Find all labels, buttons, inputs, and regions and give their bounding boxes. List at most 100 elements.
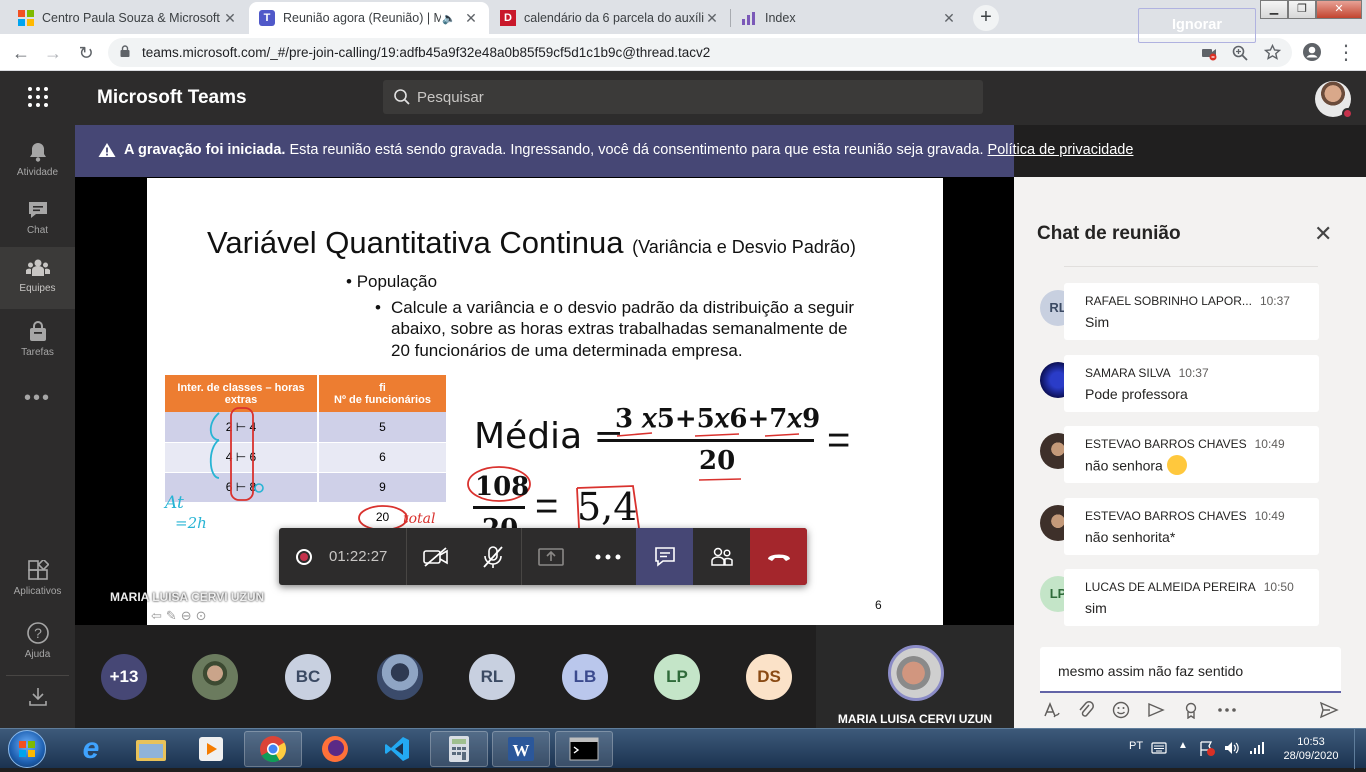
equals-sign: =	[535, 484, 559, 528]
format-icon[interactable]	[1042, 701, 1060, 719]
download-app-button[interactable]	[0, 680, 75, 720]
speaker-icon[interactable]: 🔈	[441, 12, 457, 25]
close-tab-icon[interactable]: ✕	[941, 10, 957, 27]
hang-up-button[interactable]	[750, 528, 807, 585]
active-speaker-tile[interactable]: MARIA LUISA CERVI UZUN	[816, 625, 1014, 728]
system-clock[interactable]: 10:53 28/09/2020	[1281, 735, 1341, 763]
forward-icon[interactable]: →	[40, 40, 66, 66]
reload-icon[interactable]: ↻	[73, 40, 99, 66]
svg-text:W: W	[513, 741, 530, 760]
rail-item-chat[interactable]: Chat	[0, 189, 75, 247]
message-text: não senhorita*	[1085, 529, 1176, 545]
show-chat-button[interactable]	[636, 528, 693, 585]
minimize-window-button[interactable]: ▁	[1260, 0, 1288, 19]
ignore-button[interactable]: Ignorar	[1138, 8, 1256, 43]
media-label: Média =	[474, 416, 624, 457]
tray-expand-icon[interactable]: ▲	[1178, 740, 1188, 751]
rail-item-tarefas[interactable]: Tarefas	[0, 311, 75, 369]
browser-tab[interactable]: Centro Paula Souza & Microsoft ✕	[8, 2, 248, 34]
firefox-taskbar-button[interactable]	[306, 731, 364, 767]
mic-toggle-button[interactable]	[464, 528, 521, 585]
chat-message[interactable]: ESTEVAO BARROS CHAVES 10:49 não senhorita…	[1064, 498, 1319, 555]
flag-alert-icon[interactable]	[1198, 740, 1216, 757]
media-player-taskbar-button[interactable]	[182, 731, 240, 767]
participant-avatar[interactable]: DS	[746, 654, 792, 700]
emoji-icon[interactable]	[1112, 701, 1130, 719]
more-options-icon[interactable]	[1217, 701, 1237, 719]
cmd-taskbar-button[interactable]	[555, 731, 613, 767]
slide-nav-toolbar[interactable]: ⇦✎⊖⊙	[151, 608, 211, 624]
message-text: Pode professora	[1085, 386, 1188, 402]
close-tab-icon[interactable]: ✕	[463, 10, 479, 27]
chat-message[interactable]: SAMARA SILVA 10:37 Pode professora	[1064, 355, 1319, 412]
show-desktop-button[interactable]	[1354, 729, 1366, 769]
volume-icon[interactable]	[1223, 740, 1241, 756]
chat-icon	[28, 202, 47, 218]
maximize-window-button[interactable]: ❐	[1288, 0, 1316, 19]
back-icon[interactable]: ←	[8, 40, 34, 66]
participant-avatar[interactable]: RL	[469, 654, 515, 700]
recording-icon	[296, 549, 312, 565]
lock-icon	[120, 45, 130, 57]
message-author: LUCAS DE ALMEIDA PEREIRA	[1085, 580, 1256, 594]
new-tab-button[interactable]: +	[973, 5, 999, 31]
user-avatar[interactable]	[1315, 81, 1353, 119]
send-icon[interactable]	[1319, 701, 1339, 719]
privacy-link[interactable]: Política de privacidade	[988, 142, 1134, 158]
search-icon	[394, 89, 410, 105]
language-indicator[interactable]: PT	[1129, 740, 1143, 752]
search-input[interactable]: Pesquisar	[383, 80, 983, 114]
network-icon[interactable]	[1249, 741, 1265, 755]
chat-message[interactable]: RAFAEL SOBRINHO LAPOR... 10:37 Sim	[1064, 283, 1319, 340]
camera-toggle-button[interactable]	[407, 528, 464, 585]
explorer-taskbar-button[interactable]	[122, 731, 180, 767]
gif-icon[interactable]	[1147, 701, 1165, 719]
rail-item-ajuda[interactable]: ? Ajuda	[0, 611, 75, 669]
browser-tab[interactable]: Index ✕	[731, 2, 967, 34]
start-button[interactable]	[8, 730, 46, 768]
participant-avatar[interactable]: LB	[562, 654, 608, 700]
chat-message[interactable]: ESTEVAO BARROS CHAVES 10:49 não senhora	[1064, 426, 1319, 483]
message-header: SAMARA SILVA 10:37	[1085, 366, 1209, 380]
word-taskbar-button[interactable]: W	[492, 731, 550, 767]
app-launcher-icon[interactable]	[28, 87, 48, 107]
browser-tab-active[interactable]: T Reunião agora (Reunião) | M 🔈 ✕	[249, 2, 489, 34]
chat-message[interactable]: LUCAS DE ALMEIDA PEREIRA 10:50 sim	[1064, 569, 1319, 626]
more-apps-icon[interactable]: •••	[0, 383, 75, 419]
attach-icon[interactable]	[1077, 701, 1095, 719]
compose-message-input[interactable]: mesmo assim não faz sentido	[1040, 647, 1341, 693]
rail-item-equipes[interactable]: Equipes	[0, 247, 75, 309]
address-bar[interactable]: teams.microsoft.com/_#/pre-join-calling/…	[108, 38, 1292, 67]
share-screen-button[interactable]	[522, 528, 579, 585]
ie-taskbar-button[interactable]: e	[62, 731, 120, 767]
keyboard-icon[interactable]	[1151, 741, 1167, 755]
participant-avatar[interactable]: LP	[654, 654, 700, 700]
blocked-camera-icon[interactable]	[1201, 45, 1217, 61]
participant-avatar[interactable]	[377, 654, 423, 700]
show-participants-button[interactable]	[693, 528, 750, 585]
vscode-taskbar-button[interactable]	[368, 731, 426, 767]
participant-avatar[interactable]: BC	[285, 654, 331, 700]
chrome-taskbar-button[interactable]	[244, 731, 302, 767]
calculator-taskbar-button[interactable]	[430, 731, 488, 767]
more-actions-button[interactable]	[579, 528, 636, 585]
more-participants-badge[interactable]: +13	[101, 654, 147, 700]
rail-label: Chat	[26, 225, 49, 236]
rail-item-aplicativos[interactable]: Aplicativos	[0, 550, 75, 608]
bookmark-star-icon[interactable]	[1264, 44, 1281, 61]
browser-menu-icon[interactable]: ⋮	[1333, 40, 1359, 66]
share-tray-icon	[537, 547, 564, 566]
close-tab-icon[interactable]: ✕	[222, 10, 238, 27]
browser-tab[interactable]: D calendário da 6 parcela do auxílio ✕	[490, 2, 730, 34]
profile-icon[interactable]	[1302, 42, 1322, 62]
participant-avatar[interactable]	[192, 654, 238, 700]
rail-item-atividade[interactable]: Atividade	[0, 131, 75, 189]
close-chat-icon[interactable]: ✕	[1314, 221, 1332, 247]
bell-icon	[29, 143, 46, 162]
equals-sign: =	[827, 418, 851, 462]
close-tab-icon[interactable]: ✕	[704, 10, 720, 27]
chat-divider	[1064, 266, 1318, 267]
zoom-icon[interactable]	[1232, 45, 1248, 61]
praise-icon[interactable]	[1182, 701, 1200, 719]
close-window-button[interactable]: ✕	[1316, 0, 1362, 19]
